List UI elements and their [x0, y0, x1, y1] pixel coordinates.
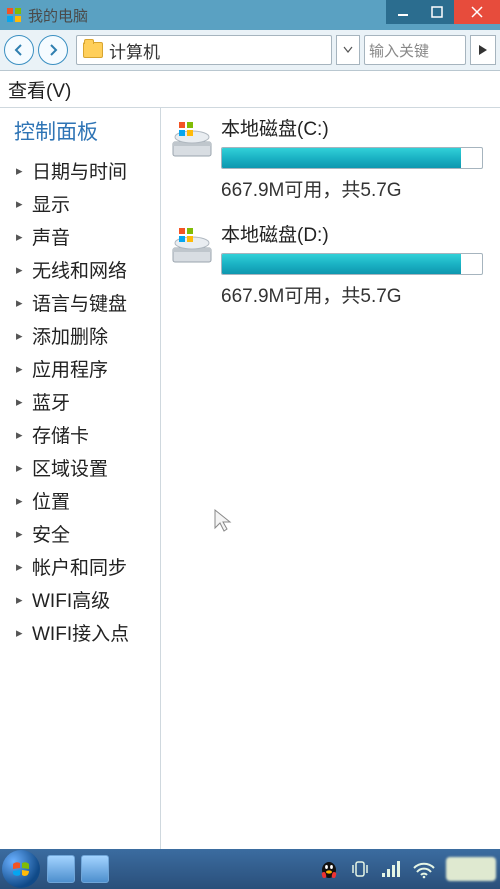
address-text: 计算机 [109, 38, 160, 63]
window-title: 我的电脑 [28, 5, 88, 26]
sidebar-item[interactable]: ▸ 应用程序 [0, 352, 160, 385]
caret-icon: ▸ [16, 361, 26, 377]
sidebar-item-label: 应用程序 [32, 355, 108, 382]
windows-logo-icon [6, 7, 22, 23]
sidebar-item-label: 无线和网络 [32, 256, 127, 283]
start-button[interactable] [2, 850, 40, 888]
caret-icon: ▸ [16, 625, 26, 641]
menu-bar: 查看(V) [0, 71, 500, 108]
caret-icon: ▸ [16, 526, 26, 542]
qq-icon[interactable] [318, 858, 340, 880]
sidebar-item-label: 存储卡 [32, 421, 89, 448]
arrow-left-icon [12, 43, 26, 57]
drive-free-text: 667.9M可用，共5.7G [221, 175, 490, 202]
drive-free-text: 667.9M可用，共5.7G [221, 281, 490, 308]
address-bar[interactable]: 计算机 [76, 35, 332, 65]
forward-button[interactable] [38, 35, 68, 65]
drive-name: 本地磁盘(C:) [221, 114, 490, 141]
sidebar-item-label: 蓝牙 [32, 388, 70, 415]
maximize-button[interactable] [420, 0, 454, 24]
sidebar-item[interactable]: ▸ 区域设置 [0, 451, 160, 484]
sidebar-item-label: WIFI高级 [32, 586, 110, 613]
caret-icon: ▸ [16, 460, 26, 476]
go-button[interactable] [470, 35, 496, 65]
sidebar-item[interactable]: ▸ 无线和网络 [0, 253, 160, 286]
sidebar-item[interactable]: ▸ 位置 [0, 484, 160, 517]
caret-icon: ▸ [16, 295, 26, 311]
caret-icon: ▸ [16, 493, 26, 509]
sidebar-item-label: 显示 [32, 190, 70, 217]
drive-icon [169, 224, 215, 270]
sidebar-item-label: 位置 [32, 487, 70, 514]
search-input[interactable]: 输入关键 [364, 35, 466, 65]
sidebar-item[interactable]: ▸ 显示 [0, 187, 160, 220]
folder-icon [83, 42, 103, 58]
sidebar-item-label: 日期与时间 [32, 157, 127, 184]
sidebar-item[interactable]: ▸ 帐户和同步 [0, 550, 160, 583]
back-button[interactable] [4, 35, 34, 65]
content-pane: 本地磁盘(C:) 667.9M可用，共5.7G 本地磁盘(D:) 667.9M可用，共… [161, 108, 500, 851]
sidebar-title: 控制面板 [0, 112, 160, 154]
arrow-right-icon [46, 43, 60, 57]
drive-usage-bar [221, 147, 483, 169]
title-bar: 我的电脑 [0, 0, 500, 30]
caret-icon: ▸ [16, 559, 26, 575]
sidebar-item[interactable]: ▸ 添加删除 [0, 319, 160, 352]
sidebar-item[interactable]: ▸ 语言与键盘 [0, 286, 160, 319]
caret-icon: ▸ [16, 229, 26, 245]
caret-icon: ▸ [16, 427, 26, 443]
minimize-button[interactable] [386, 0, 420, 24]
sidebar-item[interactable]: ▸ 存储卡 [0, 418, 160, 451]
cursor-icon [213, 508, 233, 534]
navigation-bar: 计算机 输入关键 [0, 30, 500, 71]
sidebar-item[interactable]: ▸ WIFI接入点 [0, 616, 160, 649]
wifi-icon[interactable] [412, 859, 436, 879]
taskbar-item[interactable] [47, 855, 75, 883]
chevron-down-icon [343, 46, 353, 54]
tray-clock[interactable] [446, 857, 496, 881]
signal-icon[interactable] [380, 859, 402, 879]
play-icon [478, 44, 488, 56]
sidebar-item[interactable]: ▸ 日期与时间 [0, 154, 160, 187]
address-dropdown[interactable] [336, 35, 360, 65]
sidebar-item[interactable]: ▸ WIFI高级 [0, 583, 160, 616]
caret-icon: ▸ [16, 196, 26, 212]
search-placeholder: 输入关键 [369, 40, 429, 61]
drive-icon [169, 118, 215, 164]
windows-logo-icon [10, 858, 32, 880]
menu-view[interactable]: 查看(V) [8, 76, 71, 103]
caret-icon: ▸ [16, 592, 26, 608]
drive-item[interactable]: 本地磁盘(D:) 667.9M可用，共5.7G [169, 220, 490, 308]
taskbar-item[interactable] [81, 855, 109, 883]
vibrate-icon[interactable] [350, 859, 370, 879]
sidebar: 控制面板 ▸日期与时间▸显示▸声音▸无线和网络▸语言与键盘▸添加删除▸应用程序▸… [0, 108, 161, 851]
caret-icon: ▸ [16, 163, 26, 179]
sidebar-item[interactable]: ▸ 安全 [0, 517, 160, 550]
caret-icon: ▸ [16, 394, 26, 410]
drive-usage-bar [221, 253, 483, 275]
sidebar-item-label: 区域设置 [32, 454, 108, 481]
close-button[interactable] [454, 0, 500, 24]
sidebar-item-label: WIFI接入点 [32, 619, 129, 646]
sidebar-item[interactable]: ▸ 声音 [0, 220, 160, 253]
sidebar-item-label: 添加删除 [32, 322, 108, 349]
taskbar [0, 849, 500, 889]
caret-icon: ▸ [16, 262, 26, 278]
sidebar-item-label: 帐户和同步 [32, 553, 127, 580]
sidebar-item[interactable]: ▸ 蓝牙 [0, 385, 160, 418]
system-tray [318, 857, 500, 881]
drive-name: 本地磁盘(D:) [221, 220, 490, 247]
sidebar-item-label: 声音 [32, 223, 70, 250]
caret-icon: ▸ [16, 328, 26, 344]
sidebar-item-label: 安全 [32, 520, 70, 547]
drive-item[interactable]: 本地磁盘(C:) 667.9M可用，共5.7G [169, 114, 490, 202]
main-area: 控制面板 ▸日期与时间▸显示▸声音▸无线和网络▸语言与键盘▸添加删除▸应用程序▸… [0, 108, 500, 851]
sidebar-item-label: 语言与键盘 [32, 289, 127, 316]
window-controls [386, 0, 500, 24]
